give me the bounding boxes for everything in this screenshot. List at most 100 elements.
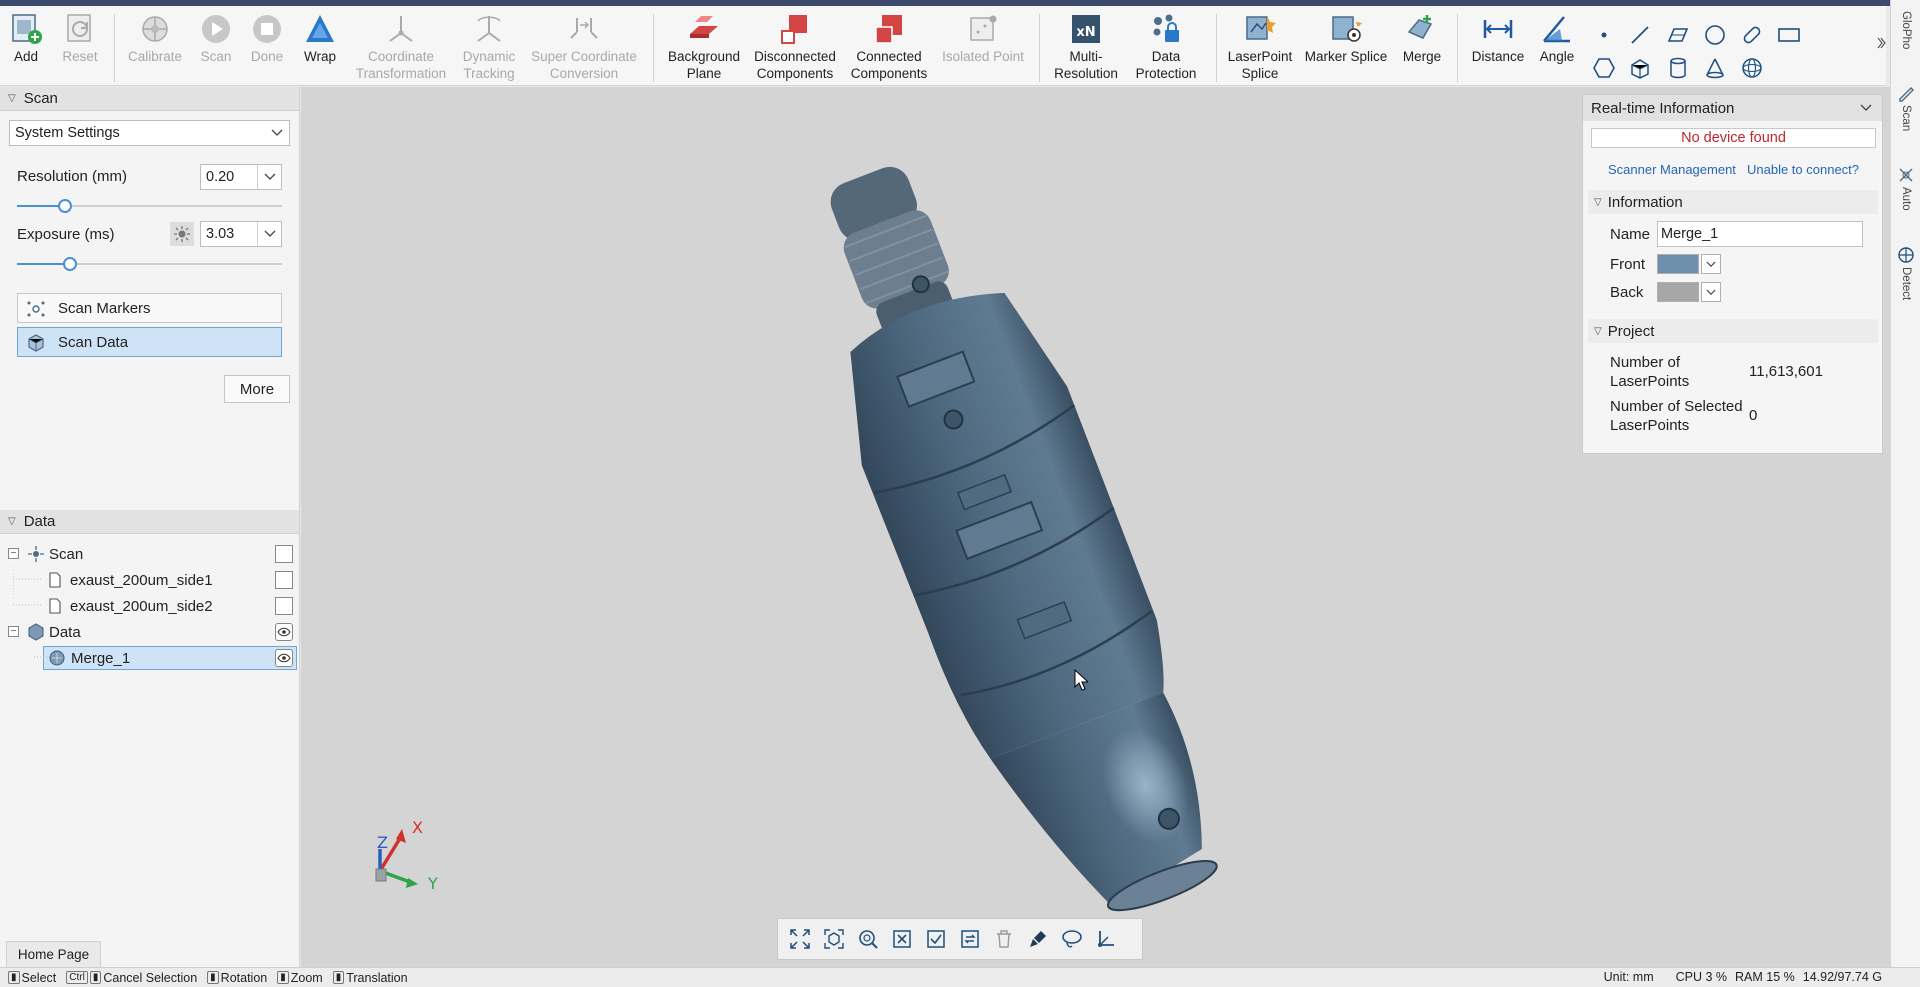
connected-components-button[interactable]: Connected Components [848,12,930,82]
visibility-checkbox[interactable] [275,571,293,589]
deselect-button[interactable] [888,925,916,953]
resolution-select[interactable]: 0.20 [200,164,282,190]
side-tab-glopho[interactable]: GloPho [1893,8,1919,49]
plane-shape-icon[interactable] [1666,23,1690,47]
circle-icon[interactable] [1703,23,1727,47]
sphere-icon[interactable] [1740,56,1764,80]
back-color-dropdown[interactable] [1701,282,1721,302]
done-button[interactable]: Done [250,12,284,65]
delete-button[interactable] [990,925,1018,953]
select-all-button[interactable] [922,925,950,953]
more-button[interactable]: More [224,375,290,403]
coordinate-transformation-button[interactable]: Coordinate Transformation [353,12,449,82]
isolated-point-button[interactable]: Isolated Point [940,12,1026,65]
main-toolbar: Add Reset Calibrate Scan Done Wrap Coord… [0,6,1886,86]
settings-select[interactable]: System Settings [9,120,290,146]
distance-button[interactable]: Distance [1470,12,1526,65]
super-coordinate-conversion-button[interactable]: Super Coordinate Conversion [528,12,640,82]
cone-icon[interactable] [1703,56,1727,80]
data-protection-button[interactable]: Data Protection [1130,12,1202,82]
lasso-select-button[interactable] [1058,925,1086,953]
scan-button[interactable]: Scan [200,12,232,65]
tree-lines [13,567,49,658]
disconnected-components-button[interactable]: Disconnected Components [752,12,838,82]
side-tab-detect[interactable]: Detect [1893,246,1919,300]
brush-select-button[interactable] [1024,925,1052,953]
auto-icon [1899,168,1913,182]
zoom-button[interactable] [854,925,882,953]
view-cube-icon [824,929,844,949]
exposure-slider[interactable] [17,257,282,271]
brush-select-icon [1030,931,1046,947]
front-color-swatch[interactable] [1657,254,1699,274]
tree-expander[interactable]: − [8,548,19,559]
fit-view-button[interactable] [786,925,814,953]
unable-to-connect-link[interactable]: Unable to connect? [1747,162,1859,177]
home-page-tab[interactable]: Home Page [6,941,101,967]
background-plane-button[interactable]: Background Plane [666,12,742,82]
dynamic-tracking-button[interactable]: Dynamic Tracking [458,12,520,82]
toolbar-overflow-icon[interactable] [1876,36,1886,50]
side-tab-auto[interactable]: Auto [1893,166,1919,211]
mouse-left-icon: ▮ [89,971,102,984]
add-icon [12,14,42,44]
project-section-header[interactable]: ▽ Project [1588,319,1878,343]
coordinate-button[interactable] [1092,925,1120,953]
exposure-select[interactable]: 3.03 [200,221,282,247]
tree-item-label: Scan [49,545,84,563]
information-section-header[interactable]: ▽ Information [1588,190,1878,214]
tree-item-scan-group[interactable]: − Scan [0,541,299,567]
resolution-slider[interactable] [17,199,282,213]
merge-button[interactable]: Merge [1402,12,1442,65]
angle-button[interactable]: Angle [1536,12,1578,65]
rectangle-icon[interactable] [1777,23,1801,47]
background-plane-label: Background Plane [667,49,741,81]
calibrate-button[interactable]: Calibrate [127,12,183,65]
marker-splice-button[interactable]: Marker Splice [1304,12,1388,65]
scan-panel-header[interactable]: ▽ Scan [0,87,299,111]
realtime-info-header[interactable]: Real-time Information [1583,95,1882,121]
point-icon[interactable] [1592,23,1616,47]
add-button[interactable]: Add [9,12,43,65]
eye-toggle[interactable] [275,623,293,641]
slider-handle[interactable] [57,199,72,213]
slider-handle[interactable] [63,257,77,271]
multi-resolution-button[interactable]: xN Multi-Resolution [1052,12,1120,82]
view-cube-button[interactable] [820,925,848,953]
scan-data-button[interactable]: Scan Data [17,327,282,357]
hint-text: Zoom [290,970,323,985]
side-tab-scan[interactable]: Scan [1893,84,1919,131]
cylinder-icon[interactable] [1666,56,1690,80]
eye-toggle[interactable] [275,649,293,667]
calibrate-icon [142,16,168,42]
hexagon-icon[interactable] [1592,56,1616,80]
device-status: No device found [1591,128,1876,148]
tree-item-label: exaust_200um_side2 [70,597,213,615]
scan-markers-button[interactable]: Scan Markers [17,293,282,323]
chevron-down-icon [1706,261,1716,267]
invert-selection-button[interactable] [956,925,984,953]
scanner-management-link[interactable]: Scanner Management [1608,162,1736,177]
hint-text: Cancel Selection [103,970,198,985]
cube-icon[interactable] [1628,56,1652,80]
reset-button[interactable]: Reset [60,12,100,65]
toolbar-separator [1039,14,1040,82]
front-color-dropdown[interactable] [1701,254,1721,274]
laserpoint-splice-button[interactable]: LaserPoint Splice [1226,12,1294,82]
mouse-middle-icon: ▮ [332,971,345,984]
slot-icon[interactable] [1740,23,1764,47]
hint-zoom: ▮ Zoom [277,970,323,985]
auto-exposure-button[interactable] [170,222,194,246]
name-field[interactable]: Merge_1 [1657,221,1863,247]
visibility-checkbox[interactable] [275,545,293,563]
back-color-label: Back [1610,284,1644,301]
chevron-down-icon [1706,289,1716,295]
visibility-checkbox[interactable] [275,597,293,615]
data-panel-header[interactable]: ▽ Data [0,510,299,534]
chevron-down-icon [1860,101,1872,115]
wrap-button[interactable]: Wrap [302,12,338,65]
conversion-icon [570,18,598,39]
line-icon[interactable] [1628,23,1652,47]
back-color-swatch[interactable] [1657,282,1699,302]
merge-icon [1407,15,1433,39]
